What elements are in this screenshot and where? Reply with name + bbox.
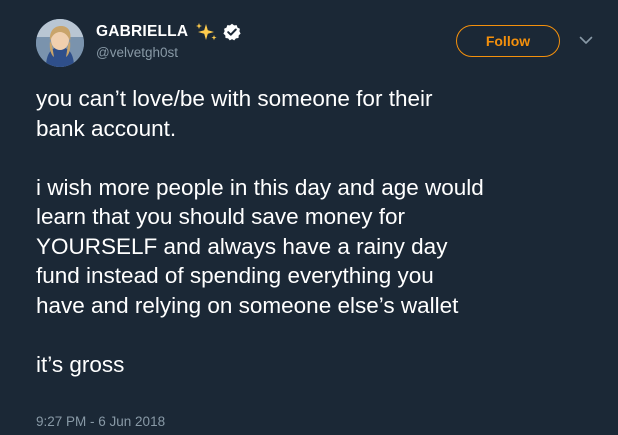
tweet-text: you can’t love/be with someone for their…	[36, 84, 606, 379]
tweet-line: have and relying on someone else’s walle…	[36, 292, 459, 318]
tweet-line: learn that you should save money for	[36, 204, 405, 229]
follow-button[interactable]: Follow	[456, 25, 560, 57]
avatar[interactable]	[36, 19, 84, 67]
tweet-menu-button[interactable]	[575, 30, 597, 52]
handle[interactable]: @velvetgh0st	[96, 45, 178, 60]
tweet-line: you can’t love/be with someone for their	[36, 86, 433, 111]
display-name[interactable]: GABRIELLA	[96, 23, 188, 41]
chevron-down-icon	[579, 32, 593, 50]
timestamp[interactable]: 9:27 PM - 6 Jun 2018	[36, 414, 165, 429]
sparkles-icon	[194, 22, 218, 42]
tweet-line: i wish more people in this day and age w…	[36, 174, 484, 200]
tweet-line: fund instead of spending everything you	[36, 263, 434, 288]
verified-icon	[223, 23, 241, 41]
author-name-row[interactable]: GABRIELLA	[96, 22, 241, 42]
tweet-line: YOURSELF and always have a rainy day	[36, 233, 448, 259]
tweet-line: bank account.	[36, 115, 177, 141]
tweet-line: it’s gross	[36, 351, 125, 377]
tweet-card: GABRIELLA @velvetgh0st Follow you can’t …	[0, 0, 618, 435]
